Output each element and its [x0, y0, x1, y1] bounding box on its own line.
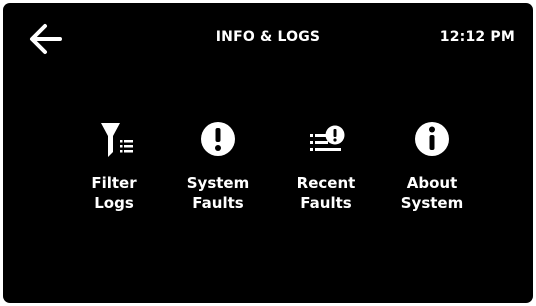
about-system-button[interactable]: About System — [387, 119, 477, 213]
filter-logs-button[interactable]: Filter Logs — [69, 119, 159, 213]
recent-faults-label: Recent Faults — [296, 174, 356, 212]
exclamation-circle-icon — [201, 122, 235, 156]
device-screen: INFO & LOGS 12:12 PM Filter Logs System … — [3, 3, 533, 303]
info-circle-icon — [415, 122, 449, 156]
recent-faults-button[interactable]: Recent Faults — [281, 119, 371, 213]
clock-time: 12:12 PM — [439, 29, 515, 45]
filter-list-icon — [101, 123, 133, 157]
menu-grid: Filter Logs System Faults Recent Faults … — [3, 119, 533, 219]
system-faults-button[interactable]: System Faults — [173, 119, 263, 213]
filter-logs-label: Filter Logs — [91, 174, 137, 212]
list-exclamation-icon — [310, 125, 345, 151]
about-system-label: About System — [400, 174, 464, 212]
system-faults-label: System Faults — [186, 174, 250, 212]
